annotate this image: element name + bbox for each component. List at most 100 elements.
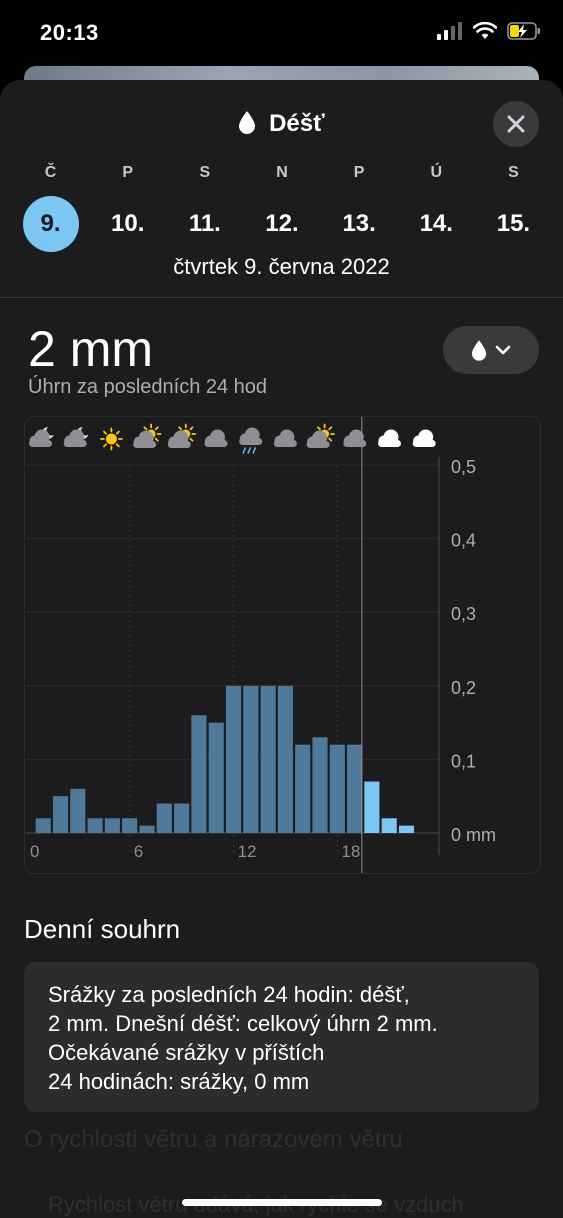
cellular-signal-icon: [437, 22, 462, 40]
status-icons: [437, 22, 541, 40]
day-item[interactable]: N 12.: [243, 164, 320, 252]
rain-bar: [104, 818, 120, 833]
sun-ray: [115, 430, 120, 435]
drop-icon: [239, 111, 256, 134]
cloud-part: [343, 440, 367, 447]
status-time: 20:13: [40, 20, 99, 45]
cloud-moon-icon: [29, 425, 57, 447]
rain-bar: [174, 803, 190, 833]
close-icon: [507, 115, 525, 133]
day-abbr: P: [122, 164, 134, 181]
rain-bar: [260, 685, 276, 833]
rain-bar: [139, 825, 155, 833]
day-abbr: S: [508, 164, 519, 181]
day-number[interactable]: 14.: [408, 196, 464, 252]
wifi-icon: [473, 22, 497, 39]
divider: [0, 297, 563, 298]
status-bar: 20:13: [0, 0, 563, 66]
sun-part: [105, 433, 117, 445]
cloud-part: [29, 440, 52, 447]
rain-bar: [225, 685, 242, 833]
sun-ray: [154, 437, 159, 442]
sheet-title: Déšť: [0, 110, 563, 138]
summary-heading: Denní souhrn: [24, 914, 181, 944]
full-date: čtvrtek 9. června 2022: [173, 254, 390, 279]
rain-bar: [277, 685, 293, 833]
rain-bar: [398, 825, 415, 833]
day-item[interactable]: Ú 14.: [398, 164, 475, 252]
sun-ray: [189, 437, 194, 442]
cloud-icon: [412, 429, 436, 447]
cloud-part: [273, 440, 297, 447]
chevron-down-icon: [495, 345, 511, 355]
x-tick-label: 0: [30, 842, 39, 861]
sun-ray: [316, 426, 321, 431]
day-abbr: Č: [44, 164, 57, 181]
day-abbr: N: [276, 164, 288, 181]
day-item[interactable]: P 13.: [321, 164, 398, 252]
cloud-icon: [343, 429, 367, 447]
rain-bar: [191, 715, 207, 833]
day-number[interactable]: 11.: [177, 196, 233, 252]
day-abbr: S: [199, 164, 211, 181]
drop-icon: [471, 340, 487, 361]
x-tick-label: 12: [238, 842, 257, 861]
day-number[interactable]: 15.: [485, 196, 541, 252]
day-number[interactable]: 10.: [100, 196, 156, 252]
precipitation-subtitle: Úhrn za posledních 24 hod: [28, 376, 268, 398]
battery-charging-icon: [507, 22, 540, 40]
y-tick-label: 0 mm: [451, 825, 496, 845]
summary-line: 24 hodinách: srážky, 0 mm: [48, 1069, 310, 1094]
sun-ray: [189, 426, 194, 431]
summary-line: 2 mm. Dnešní déšť: celkový úhrn 2 mm.: [48, 1011, 438, 1036]
day-item[interactable]: Č 9.: [12, 164, 89, 252]
cloud-icon: [378, 429, 401, 447]
cloud-part: [63, 440, 87, 447]
chart-svg: 0 mm 0,1 0,2 0,3 0,4 0,5 0 6 12 18: [26, 417, 496, 873]
rain-sheet: Déšť Č 9. P 10. S 11. N 12. P 13. Ú 14.: [0, 80, 563, 1218]
rain-bar: [329, 744, 345, 833]
day-abbr: P: [353, 164, 365, 181]
metric-picker-button[interactable]: [443, 326, 539, 374]
day-item[interactable]: S 11.: [166, 164, 243, 252]
wind-info-heading: O rychlosti větru a nárazovém větru: [24, 1126, 403, 1153]
sun-ray: [103, 430, 107, 435]
y-tick-label: 0,4: [451, 531, 476, 551]
close-button[interactable]: [493, 101, 539, 147]
cloud-part: [412, 440, 436, 447]
rain-bar: [364, 781, 380, 833]
cloud-moon-icon: [63, 425, 92, 447]
cloud-part: [133, 441, 157, 448]
x-tick-label: 6: [134, 842, 143, 861]
summary-line: Srážky za posledních 24 hodin: déšť,: [48, 982, 410, 1007]
rain-drop: [252, 447, 256, 454]
cloud-icon: [273, 429, 297, 447]
day-number[interactable]: 13.: [331, 196, 387, 252]
rain-bar: [243, 685, 259, 833]
rain-bar: [347, 744, 363, 833]
sun-icon: [100, 427, 123, 451]
y-tick-label: 0,3: [451, 604, 476, 624]
summary-card: Srážky za posledních 24 hodin: déšť, 2 m…: [24, 962, 539, 1112]
summary-text: Srážky za posledních 24 hodin: déšť, 2 m…: [48, 980, 518, 1096]
sun-ray: [103, 443, 107, 448]
rain-drop: [242, 447, 246, 454]
y-tick-label: 0,2: [451, 678, 476, 698]
day-number[interactable]: 9.: [22, 196, 79, 252]
rain-bar: [156, 803, 172, 833]
day-item[interactable]: S 15.: [475, 164, 552, 252]
rain-bar: [208, 722, 224, 833]
sun-ray: [115, 443, 120, 448]
rain-bar: [122, 818, 138, 833]
home-indicator[interactable]: [182, 1199, 382, 1206]
cloud-sun-icon: [133, 423, 162, 448]
rain-bar: [87, 818, 103, 833]
cloud-part: [167, 441, 191, 448]
sun-ray: [328, 437, 333, 442]
rain-bar: [312, 737, 328, 833]
day-item[interactable]: P 10.: [89, 164, 166, 252]
rain-bar: [70, 788, 86, 833]
cloud-sun-icon: [167, 423, 197, 448]
day-number[interactable]: 12.: [254, 196, 310, 252]
cloud-part: [239, 438, 263, 445]
